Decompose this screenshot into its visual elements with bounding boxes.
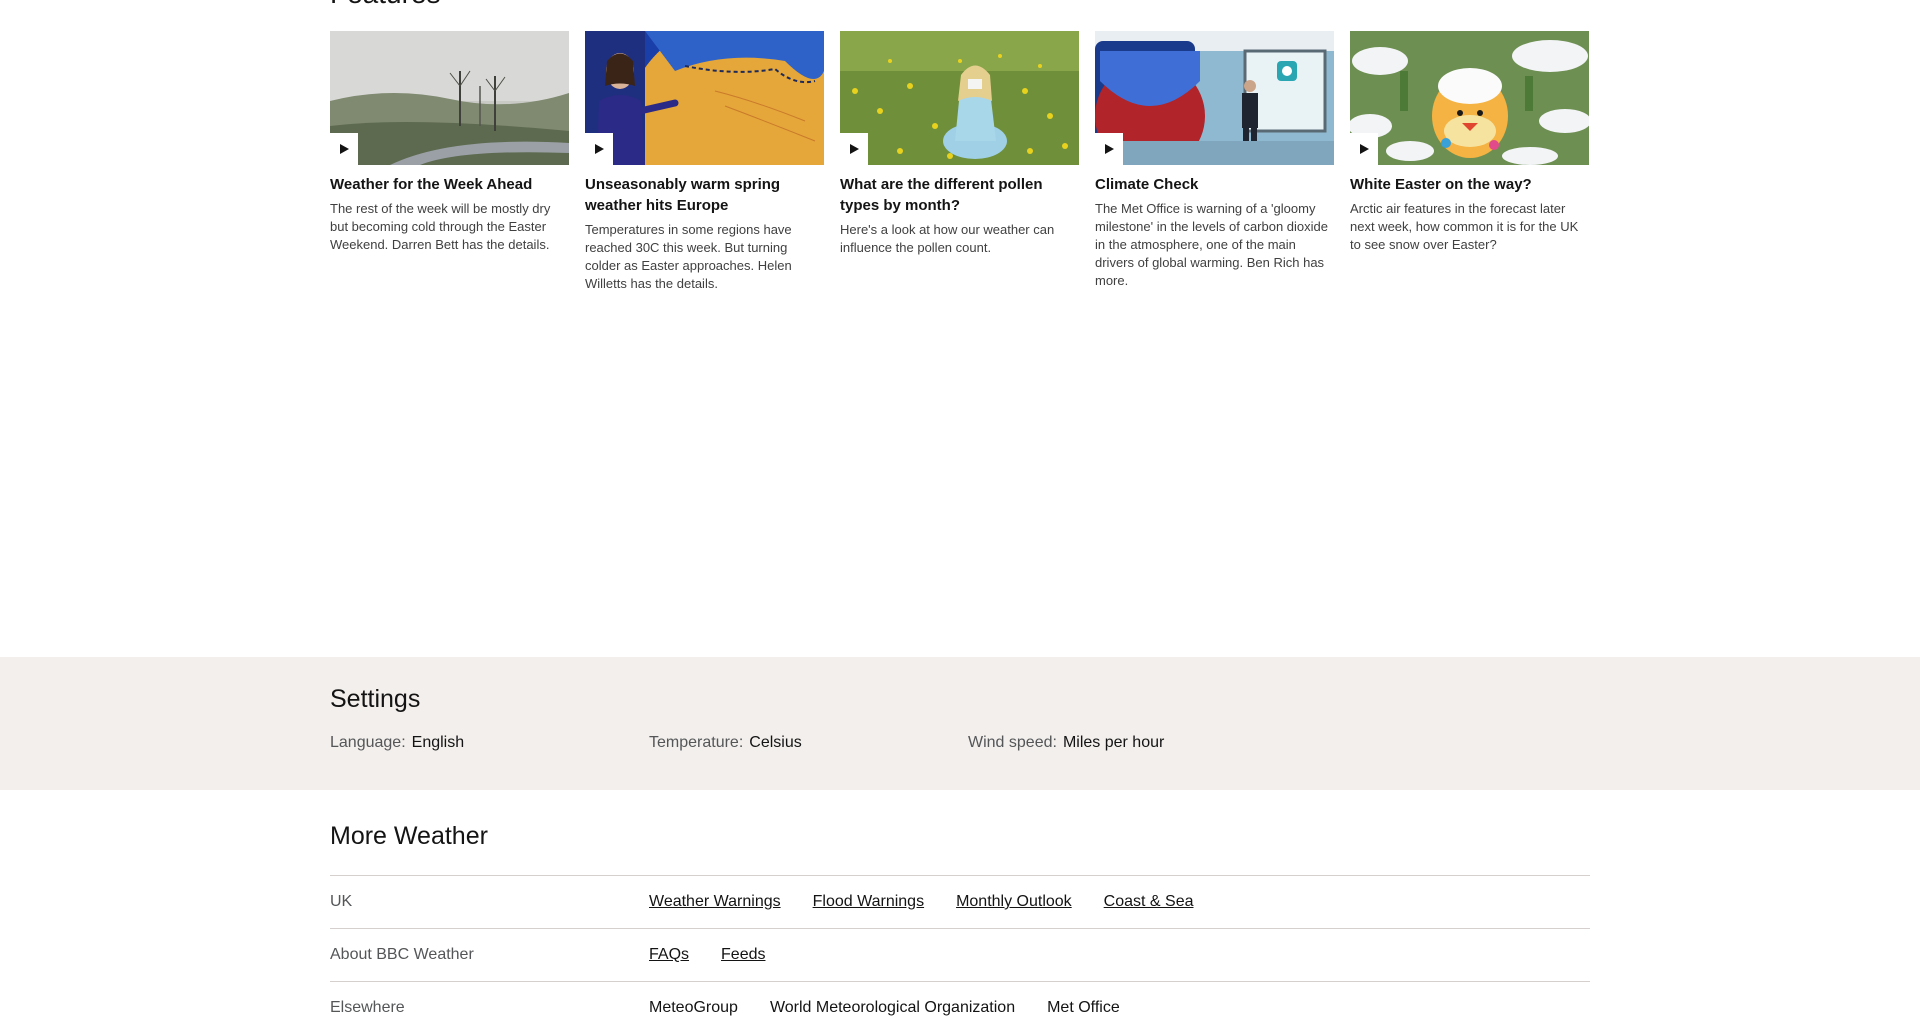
features-heading: Features (330, 0, 441, 10)
weather-warnings-link[interactable]: Weather Warnings (649, 893, 781, 911)
climate-check-studio-image (1095, 31, 1334, 165)
feature-card[interactable]: Climate Check The Met Office is warning … (1095, 31, 1334, 293)
feature-card[interactable]: Weather for the Week Ahead The rest of t… (330, 31, 569, 293)
feature-title[interactable]: White Easter on the way? (1350, 174, 1589, 195)
more-weather-row-about: About BBC Weather FAQs Feeds (330, 928, 1590, 981)
language-setting: Language: English (330, 734, 464, 752)
more-weather-heading: More Weather (330, 822, 488, 850)
feature-card[interactable]: White Easter on the way? Arctic air feat… (1350, 31, 1589, 293)
more-weather-row-uk: UK Weather Warnings Flood Warnings Month… (330, 875, 1590, 928)
wind-speed-label: Wind speed: (968, 734, 1057, 751)
row-label: About BBC Weather (330, 946, 474, 963)
feature-description: The rest of the week will be mostly dry … (330, 201, 551, 252)
row-label: UK (330, 893, 353, 910)
coast-and-sea-link[interactable]: Coast & Sea (1104, 893, 1194, 911)
pollen-meadow-image (840, 31, 1079, 165)
europe-map-presenter-image (585, 31, 824, 165)
row-label: Elsewhere (330, 999, 405, 1016)
feature-title[interactable]: Weather for the Week Ahead (330, 174, 569, 195)
snowy-easter-ornament-image (1350, 31, 1589, 165)
play-button[interactable] (330, 133, 358, 165)
features-list: Weather for the Week Ahead The rest of t… (330, 31, 1590, 293)
language-value[interactable]: English (412, 734, 464, 751)
met-office-link[interactable]: Met Office (1047, 999, 1120, 1017)
play-icon (1360, 144, 1369, 154)
faqs-link[interactable]: FAQs (649, 946, 689, 964)
meteogroup-link[interactable]: MeteoGroup (649, 999, 738, 1017)
settings-panel: Settings Language: English Temperature: Ce… (0, 657, 1920, 790)
feature-thumbnail[interactable] (585, 31, 824, 165)
feature-title[interactable]: What are the different pollen types by m… (840, 174, 1079, 216)
monthly-outlook-link[interactable]: Monthly Outlook (956, 893, 1072, 911)
feature-description: Arctic air features in the forecast late… (1350, 201, 1579, 252)
settings-heading: Settings (330, 685, 421, 713)
play-icon (850, 144, 859, 154)
play-button[interactable] (1350, 133, 1378, 165)
foggy-field-image (330, 31, 569, 165)
feature-thumbnail[interactable] (1095, 31, 1334, 165)
feature-description: Here's a look at how our weather can inf… (840, 222, 1055, 255)
feature-thumbnail[interactable] (840, 31, 1079, 165)
feature-description: Temperatures in some regions have reache… (585, 222, 792, 291)
play-button[interactable] (585, 133, 613, 165)
feature-card[interactable]: What are the different pollen types by m… (840, 31, 1079, 293)
feature-thumbnail[interactable] (1350, 31, 1589, 165)
play-button[interactable] (1095, 133, 1123, 165)
feature-thumbnail[interactable] (330, 31, 569, 165)
more-weather-row-elsewhere: Elsewhere MeteoGroup World Meteorologica… (330, 981, 1590, 1034)
feature-description: The Met Office is warning of a 'gloomy m… (1095, 201, 1329, 288)
temperature-setting: Temperature: Celsius (649, 734, 802, 752)
temperature-label: Temperature: (649, 734, 744, 751)
play-icon (1105, 144, 1114, 154)
wind-speed-setting: Wind speed: Miles per hour (968, 734, 1164, 752)
wmo-link[interactable]: World Meteorological Organization (770, 999, 1015, 1017)
play-button[interactable] (840, 133, 868, 165)
wind-speed-value[interactable]: Miles per hour (1063, 734, 1164, 751)
feature-title[interactable]: Unseasonably warm spring weather hits Eu… (585, 174, 824, 216)
language-label: Language: (330, 734, 406, 751)
temperature-value[interactable]: Celsius (749, 734, 801, 751)
feature-card[interactable]: Unseasonably warm spring weather hits Eu… (585, 31, 824, 293)
flood-warnings-link[interactable]: Flood Warnings (813, 893, 924, 911)
feature-title[interactable]: Climate Check (1095, 174, 1334, 195)
feeds-link[interactable]: Feeds (721, 946, 765, 964)
play-icon (595, 144, 604, 154)
play-icon (340, 144, 349, 154)
